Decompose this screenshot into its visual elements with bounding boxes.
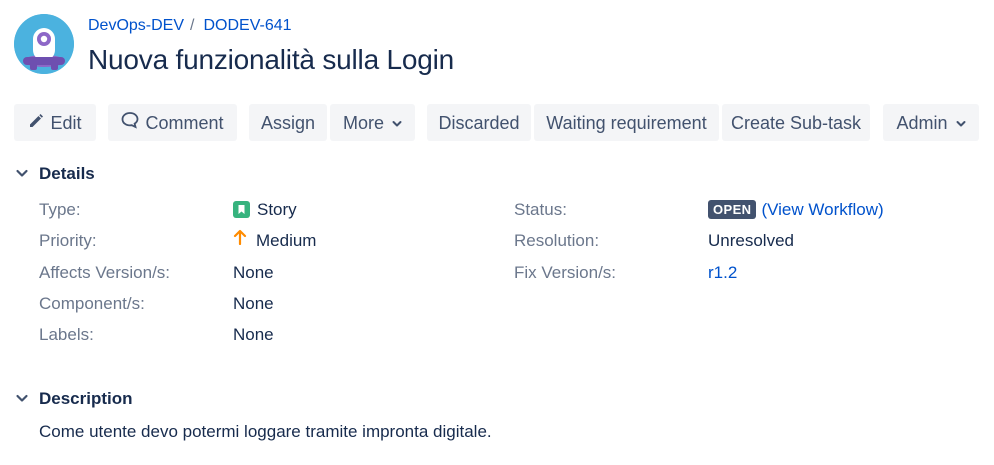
type-value: Story [233, 199, 297, 221]
chevron-down-icon [14, 165, 30, 181]
affects-version-label: Affects Version/s: [39, 263, 171, 282]
chevron-down-icon [14, 390, 30, 406]
labels-value[interactable]: None [233, 324, 274, 346]
issue-toolbar: Edit Comment Assign More Discarded Waiti… [14, 104, 984, 141]
status-lozenge: OPEN [708, 199, 757, 219]
project-avatar-icon[interactable] [14, 14, 74, 74]
create-subtask-button[interactable]: Create Sub-task [722, 104, 870, 141]
create-subtask-button-label: Create Sub-task [730, 112, 862, 133]
priority-value-text: Medium [256, 231, 317, 250]
pencil-icon [28, 105, 44, 142]
breadcrumb-issue-key-link[interactable]: DODEV-641 [203, 17, 291, 34]
resolution-label: Resolution: [514, 231, 600, 250]
resolution-value: Unresolved [708, 231, 794, 250]
priority-label: Priority: [39, 231, 97, 250]
description-heading: Description [39, 389, 133, 408]
chevron-down-icon [392, 105, 402, 142]
details-section-toggle[interactable]: Details [14, 163, 95, 185]
fix-version-label: Fix Version/s: [514, 263, 617, 282]
view-workflow-link[interactable]: View Workflow [767, 200, 878, 219]
story-icon [233, 200, 250, 218]
type-label: Type: [39, 200, 81, 219]
component-label: Component/s: [39, 294, 145, 313]
chevron-down-icon [956, 105, 966, 142]
more-button-label: More [342, 112, 384, 133]
arrow-up-icon [233, 229, 247, 251]
comment-button-label: Comment [145, 112, 224, 133]
waiting-requirement-button[interactable]: Waiting requirement [534, 104, 719, 141]
priority-value: Medium [233, 229, 317, 252]
labels-label: Labels: [39, 325, 94, 344]
admin-button-label: Admin [896, 112, 948, 133]
details-heading: Details [39, 164, 95, 183]
workflow-paren-close: ) [877, 200, 884, 219]
issue-title[interactable]: Nuova funzionalità sulla Login [88, 42, 454, 78]
more-dropdown-button[interactable]: More [330, 104, 415, 141]
comment-bubble-icon [121, 105, 139, 142]
breadcrumb: DevOps-DEV / DODEV-641 [88, 16, 292, 36]
component-value: None [233, 294, 274, 313]
comment-button[interactable]: Comment [108, 104, 237, 141]
affects-version-value: None [233, 263, 274, 282]
discarded-button[interactable]: Discarded [427, 104, 531, 141]
breadcrumb-project-link[interactable]: DevOps-DEV [88, 17, 184, 34]
fix-version-link[interactable]: r1.2 [708, 262, 737, 284]
status-label: Status: [514, 200, 567, 219]
assign-button-label: Assign [260, 112, 316, 133]
type-value-text: Story [257, 200, 297, 219]
breadcrumb-separator: / [190, 17, 195, 34]
status-value: OPEN (View Workflow) [708, 199, 884, 221]
waiting-requirement-button-label: Waiting requirement [546, 112, 707, 133]
description-section-toggle[interactable]: Description [14, 388, 133, 410]
description-text[interactable]: Come utente devo potermi loggare tramite… [39, 421, 492, 443]
edit-button-label: Edit [50, 112, 82, 133]
edit-button[interactable]: Edit [14, 104, 96, 141]
issue-header: DevOps-DEV / DODEV-641 Nuova funzionalità … [14, 12, 974, 76]
assign-button[interactable]: Assign [249, 104, 327, 141]
admin-dropdown-button[interactable]: Admin [883, 104, 979, 141]
discarded-button-label: Discarded [438, 112, 520, 133]
